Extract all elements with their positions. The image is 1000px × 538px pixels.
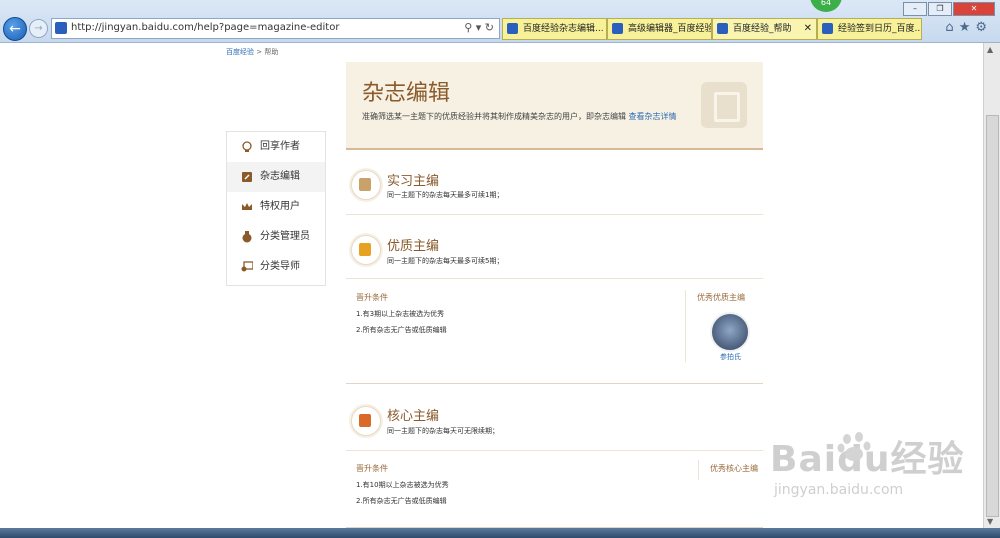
breadcrumb-home-link[interactable]: 百度经验: [226, 48, 254, 56]
condition-item: 1.有3期以上杂志被选为优秀: [356, 310, 445, 318]
close-icon[interactable]: ✕: [953, 2, 995, 16]
scroll-down-icon[interactable]: ▼: [987, 517, 993, 526]
baidu-paw-icon: [837, 432, 871, 461]
divider: [346, 214, 763, 215]
divider: [685, 290, 686, 362]
notification-badge: 64: [810, 0, 842, 12]
rank-desc-core: 同一主题下的杂志每天可无限续期；: [387, 427, 499, 435]
sidebar-item-label: 分类管理员: [260, 231, 310, 242]
main-content: 杂志编辑 准确筛选某一主题下的优质经验并将其制作成精美杂志的用户，即杂志编辑 查…: [346, 62, 763, 528]
address-bar[interactable]: http://jingyan.baidu.com/help?page=magaz…: [51, 18, 500, 39]
tab-favicon-icon: [612, 23, 623, 34]
sidebar-item-label: 分类导师: [260, 261, 300, 272]
sidebar-item-label: 特权用户: [260, 201, 300, 212]
sidebar-item-category-admin[interactable]: 分类管理员: [227, 222, 325, 252]
window-controls: – ❐ ✕: [902, 2, 995, 16]
breadcrumb: 百度经验 > 帮助: [226, 47, 278, 57]
os-taskbar: [0, 528, 1000, 538]
condition-item: 2.所有杂志无广告或低质编辑: [356, 326, 447, 334]
hero-banner: 杂志编辑 准确筛选某一主题下的优质经验并将其制作成精美杂志的用户，即杂志编辑 查…: [346, 62, 763, 150]
intern-editor-icon: [351, 170, 381, 200]
settings-gear-icon[interactable]: ⚙: [975, 20, 992, 35]
rank-title-intern: 实习主编: [387, 174, 440, 189]
rank-desc-intern: 同一主题下的杂志每天最多可续1期；: [387, 191, 504, 199]
core-editor-icon: [351, 406, 381, 436]
scroll-up-icon[interactable]: ▲: [987, 45, 993, 54]
pencil-book-icon: [242, 172, 252, 182]
hero-description: 准确筛选某一主题下的优质经验并将其制作成精美杂志的用户，即杂志编辑 查看杂志详情: [362, 112, 677, 121]
vertical-scrollbar[interactable]: ▲ ▼: [983, 43, 1000, 528]
minimize-icon[interactable]: –: [903, 2, 927, 16]
favorites-star-icon[interactable]: ★: [959, 20, 976, 35]
bulb-icon: [242, 141, 252, 152]
back-button[interactable]: ←: [3, 17, 27, 41]
scrollbar-thumb[interactable]: [986, 115, 999, 517]
sidebar-item-magazine-editor[interactable]: 杂志编辑: [227, 162, 325, 192]
tab-favicon-icon: [822, 23, 833, 34]
teacher-icon: [241, 261, 253, 272]
home-icon[interactable]: ⌂: [945, 20, 958, 35]
crown-icon: [242, 203, 252, 210]
breadcrumb-current: 帮助: [264, 48, 279, 56]
url-text[interactable]: http://jingyan.baidu.com/help?page=magaz…: [71, 22, 339, 33]
tab-magazine-editor[interactable]: 百度经验杂志编辑...: [502, 18, 607, 40]
tab-help[interactable]: 百度经验_帮助 ✕: [712, 18, 817, 40]
search-refresh-icons[interactable]: ⚲ ▾ ↻: [464, 21, 494, 34]
tab-advanced-editor[interactable]: 高级编辑器_百度经验: [607, 18, 712, 40]
tab-favicon-icon: [717, 23, 728, 34]
avatar[interactable]: [710, 312, 750, 352]
page-title: 杂志编辑: [362, 81, 451, 106]
promotion-heading: 晋升条件: [356, 293, 388, 302]
condition-item: 2.所有杂志无广告或低质编辑: [356, 497, 447, 505]
best-user-name-link[interactable]: 参拍氏: [720, 352, 741, 362]
best-premium-heading: 优秀优质主编: [697, 293, 745, 302]
premium-editor-icon: [351, 235, 381, 265]
watermark-site: jingyan.baidu.com: [774, 482, 904, 498]
magazine-editor-large-icon: [701, 82, 747, 128]
condition-item: 1.有10期以上杂志被选为优秀: [356, 481, 449, 489]
tab-favicon-icon: [507, 23, 518, 34]
rank-desc-premium: 同一主题下的杂志每天最多可续5期；: [387, 257, 504, 265]
tab-close-icon[interactable]: ✕: [804, 19, 812, 39]
sidebar-item-label: 杂志编辑: [260, 171, 300, 182]
promotion-heading: 晋升条件: [356, 464, 388, 473]
breadcrumb-separator: >: [256, 48, 263, 56]
sidebar-item-label: 回享作者: [260, 141, 300, 152]
sidebar-item-author[interactable]: 回享作者: [227, 132, 325, 162]
sidebar-item-privileged-user[interactable]: 特权用户: [227, 192, 325, 222]
best-core-heading: 优秀核心主编: [710, 464, 758, 473]
sidebar-item-category-mentor[interactable]: 分类导师: [227, 252, 325, 282]
site-favicon-icon: [55, 22, 67, 34]
divider: [698, 460, 699, 480]
forward-button[interactable]: →: [29, 19, 48, 38]
rank-title-premium: 优质主编: [387, 239, 440, 254]
divider: [346, 450, 763, 451]
divider: [346, 383, 763, 384]
badge-icon: [242, 231, 252, 243]
divider: [346, 278, 763, 279]
tab-checkin-calendar[interactable]: 经验签到日历_百度...: [817, 18, 922, 40]
restore-icon[interactable]: ❐: [928, 2, 952, 16]
help-sidenav: 回享作者 杂志编辑 特权用户 分类管理员 分类导师: [226, 131, 326, 286]
browser-chrome: ← → http://jingyan.baidu.com/help?page=m…: [0, 0, 1000, 43]
browser-toolbar-icons: ⌂★⚙: [945, 20, 992, 35]
view-magazine-link[interactable]: 查看杂志详情: [629, 112, 677, 121]
rank-title-core: 核心主编: [387, 409, 440, 424]
